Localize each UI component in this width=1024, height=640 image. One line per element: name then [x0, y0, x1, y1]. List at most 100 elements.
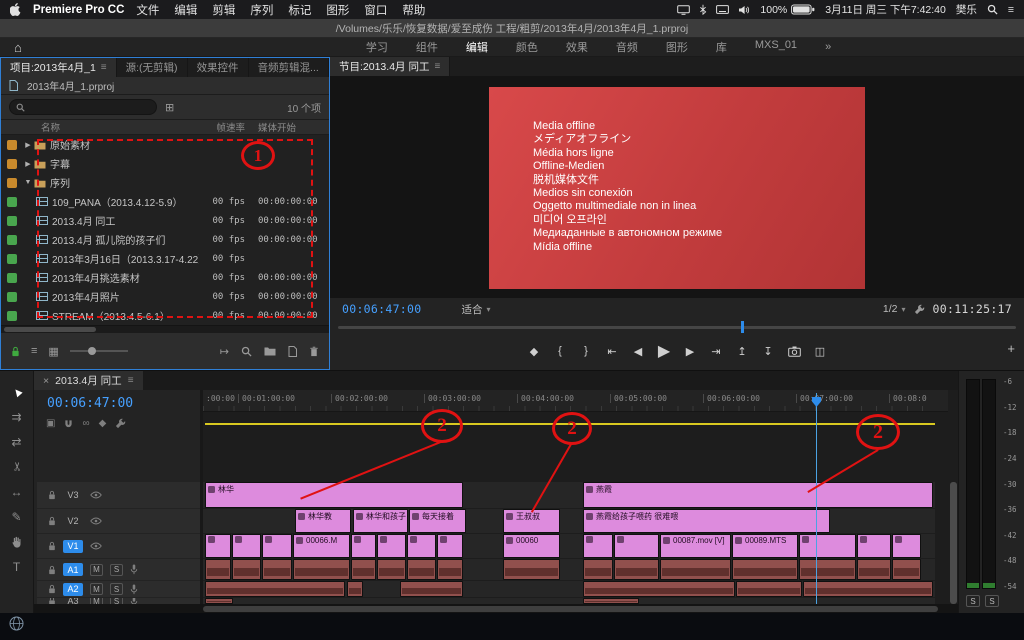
playback-resolution-dropdown[interactable]: 1/2 ▾ [883, 303, 906, 315]
column-frame-rate[interactable]: 帧速率 [199, 120, 245, 134]
sequence-row[interactable]: STREAM（2013.4.5-6.1）00 fps00:00:00:00 [1, 306, 329, 325]
linked-selection-icon[interactable]: ∞ [82, 418, 89, 429]
track-target-a1[interactable]: A1 [63, 563, 83, 576]
snap-icon[interactable] [64, 419, 73, 429]
nest-toggle-icon[interactable]: ▣ [46, 418, 55, 429]
panel-menu-icon[interactable]: ≡ [434, 61, 440, 72]
add-marker-button[interactable]: ◆ [528, 345, 541, 358]
timeline-clip[interactable] [347, 581, 363, 597]
mark-out-button[interactable]: } [580, 345, 593, 357]
track-lock-icon[interactable] [48, 490, 56, 500]
menu-help[interactable]: 帮助 [402, 2, 425, 18]
track-lock-icon[interactable] [48, 565, 56, 575]
monitor-settings-wrench-icon[interactable] [914, 304, 925, 315]
step-back-button[interactable]: ◀ [632, 345, 645, 358]
mark-in-button[interactable]: { [554, 345, 567, 357]
timeline-settings-icon[interactable] [115, 418, 126, 429]
track-select-forward-tool[interactable]: ⇉ [6, 408, 28, 425]
timeline-clip[interactable] [293, 559, 350, 580]
ws-tab-mxs01[interactable]: MXS_01 [755, 39, 797, 55]
scrollbar-thumb[interactable] [950, 482, 957, 604]
export-frame-button[interactable] [788, 346, 801, 357]
timeline-vertical-scrollbar[interactable] [950, 482, 957, 604]
scrollbar-thumb[interactable] [4, 327, 96, 332]
track-solo-button[interactable]: S [110, 564, 123, 576]
selection-tool[interactable]: ▲ [3, 378, 31, 405]
ws-tab-graphics[interactable]: 图形 [666, 39, 688, 55]
track-solo-button[interactable]: S [110, 583, 123, 595]
razor-tool[interactable]: ✂ [8, 456, 25, 478]
track-mute-button[interactable]: M [90, 583, 103, 595]
list-view-button[interactable]: ≡ [31, 345, 37, 357]
track-target-v2[interactable]: V2 [63, 515, 83, 528]
timeline-clip[interactable] [736, 581, 802, 597]
zoom-slider[interactable] [70, 350, 128, 352]
tab-audio-clip-mixer[interactable]: 音频剪辑混... [249, 58, 329, 77]
program-current-timecode[interactable]: 00:06:47:00 [342, 302, 421, 316]
add-marker-icon[interactable]: ◆ [99, 418, 107, 429]
timeline-clip[interactable] [377, 559, 406, 580]
sequence-row[interactable]: 2013年4月照片00 fps00:00:00:00 [1, 287, 329, 306]
timeline-clip[interactable]: 林华 [205, 482, 463, 508]
tab-program-monitor[interactable]: 节目:2013.4月 同工 ≡ [330, 57, 450, 76]
ws-tab-learning[interactable]: 学习 [366, 39, 388, 55]
timeline-playhead[interactable] [816, 393, 817, 604]
ws-tab-color[interactable]: 颜色 [516, 39, 538, 55]
timeline-clip[interactable]: 00066.M [293, 534, 350, 558]
timeline-clip[interactable] [262, 534, 292, 558]
column-media-start[interactable]: 媒体开始 [245, 120, 329, 134]
tab-source-monitor[interactable]: 源:(无剪辑) [117, 58, 188, 77]
track-target-a2[interactable]: A2 [63, 583, 83, 596]
timeline-clip[interactable] [583, 581, 735, 597]
slip-tool[interactable]: ↔ [6, 483, 28, 500]
timeline-clip[interactable]: 00087.mov [V] [660, 534, 731, 558]
timeline-clip[interactable]: 00089.MTS [732, 534, 798, 558]
ws-tab-audio[interactable]: 音频 [616, 39, 638, 55]
timeline-clip[interactable] [799, 534, 856, 558]
track-lock-icon[interactable] [48, 516, 56, 526]
menu-bar-clock[interactable]: 3月11日 周三 下午7:42:40 [825, 2, 946, 17]
timeline-clip[interactable] [614, 559, 659, 580]
timeline-clip[interactable] [660, 559, 731, 580]
sequence-row[interactable]: 2013年3月16日（2013.3.17-4.22）00 fps [1, 249, 329, 268]
timeline-horizontal-scrollbar[interactable] [34, 604, 958, 613]
tab-sequence[interactable]: × 2013.4月 同工 ≡ [34, 371, 143, 390]
timeline-clip[interactable] [437, 559, 463, 580]
delete-button[interactable] [309, 346, 319, 357]
timeline-clip[interactable] [407, 559, 436, 580]
scrollbar-thumb[interactable] [203, 606, 938, 612]
tab-effect-controls[interactable]: 效果控件 [188, 58, 249, 77]
timeline-clip[interactable] [437, 534, 463, 558]
timeline-clip[interactable] [205, 559, 231, 580]
disclosure-triangle-icon[interactable]: ▶ [22, 141, 34, 149]
apple-menu-icon[interactable] [10, 3, 21, 16]
timeline-clip[interactable] [377, 534, 406, 558]
menu-clip[interactable]: 剪辑 [212, 2, 235, 18]
ws-tab-editing[interactable]: 编辑 [466, 39, 488, 55]
scrubber-playhead[interactable] [741, 321, 744, 333]
timeline-clip[interactable] [732, 559, 798, 580]
track-output-toggle-icon[interactable] [90, 491, 102, 499]
solo-left-button[interactable]: S [966, 595, 980, 607]
keyboard-icon[interactable] [716, 5, 729, 14]
search-bin-icon[interactable]: ⊞ [165, 101, 174, 114]
ws-tab-effects[interactable]: 效果 [566, 39, 588, 55]
timeline-clip[interactable] [892, 534, 921, 558]
ws-tab-assembly[interactable]: 组件 [416, 39, 438, 55]
timeline-clip[interactable] [232, 559, 261, 580]
timeline-clip[interactable] [407, 534, 436, 558]
comparison-view-button[interactable]: ◫ [814, 345, 827, 358]
track-target-v1[interactable]: V1 [63, 540, 83, 553]
tab-project[interactable]: 项目:2013年4月_1≡ [1, 58, 117, 77]
new-item-button[interactable] [288, 346, 297, 357]
column-name[interactable]: 名称 [1, 120, 199, 134]
play-button[interactable]: ▶ [658, 341, 671, 361]
timeline-clip[interactable]: 00060 [503, 534, 560, 558]
bin-row[interactable]: ▼序列 [1, 173, 329, 192]
sequence-row[interactable]: 2013年4月挑选素材00 fps00:00:00:00 [1, 268, 329, 287]
project-writable-icon[interactable] [11, 346, 20, 357]
bluetooth-icon[interactable] [699, 4, 707, 15]
timeline-clip[interactable] [351, 534, 376, 558]
scrubber-track[interactable] [338, 326, 1016, 329]
program-monitor-stage[interactable]: Media offlineメディアオフラインMédia hors ligneOf… [330, 76, 1024, 298]
